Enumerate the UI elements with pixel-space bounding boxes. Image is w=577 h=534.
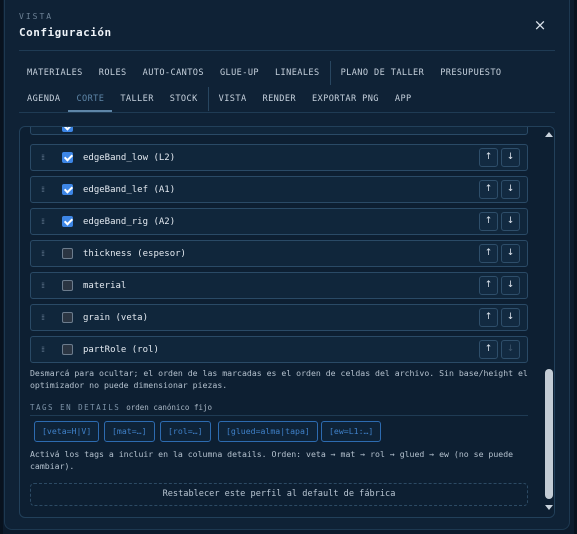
modal-title: Configuración <box>19 26 112 39</box>
move-up-icon[interactable]: ↑ <box>479 276 498 295</box>
header-divider <box>19 50 555 51</box>
move-up-icon[interactable]: ↑ <box>479 244 498 263</box>
drag-handle-icon[interactable]: ⁞⁞ <box>41 186 45 194</box>
tags-hint: Activá los tags a incluir en la columna … <box>30 449 514 471</box>
checkbox[interactable] <box>62 127 73 132</box>
drag-handle-icon[interactable]: ⁞⁞ <box>41 250 45 258</box>
move-up-icon[interactable]: ↑ <box>479 340 498 359</box>
column-checkbox[interactable] <box>62 152 73 163</box>
column-label: thickness (espesor) <box>83 249 186 259</box>
column-label: edgeBand_lef (A1) <box>83 185 176 195</box>
drag-handle-icon[interactable]: ⁞⁞ <box>41 154 45 162</box>
column-checkbox[interactable] <box>62 248 73 259</box>
tab-render[interactable]: RENDER <box>255 86 304 112</box>
tag-chip[interactable]: [veta=H|V] <box>34 421 100 442</box>
move-down-icon[interactable]: ↓ <box>501 244 520 263</box>
move-down-icon[interactable]: ↓ <box>501 276 520 295</box>
column-checkbox[interactable] <box>62 216 73 227</box>
tab-app[interactable]: APP <box>387 86 420 112</box>
column-label: grain (veta) <box>83 313 149 323</box>
tabs-divider <box>19 112 555 113</box>
drag-handle-icon[interactable]: ⁞⁞ <box>41 346 45 354</box>
drag-handle-icon[interactable]: ⁞⁞ <box>41 314 45 322</box>
drag-handle-icon[interactable]: ⁞⁞ <box>41 282 45 290</box>
tab-roles[interactable]: ROLES <box>91 60 135 86</box>
tag-chip[interactable]: [mat=…] <box>104 421 155 442</box>
tags-divider <box>30 415 528 416</box>
column-row[interactable]: ⁞⁞ edgeBand_rig (A2) ↑ ↓ <box>30 208 528 235</box>
column-row[interactable]: ⁞⁞ edgeBand_lef (A1) ↑ ↓ <box>30 176 528 203</box>
modal-eyebrow: VISTA <box>19 12 54 21</box>
tab-materiales[interactable]: MATERIALES <box>19 60 91 86</box>
column-label: edgeBand_rig (A2) <box>83 217 176 227</box>
move-down-icon[interactable]: ↓ <box>501 180 520 199</box>
scrollbar[interactable] <box>542 127 554 517</box>
corte-settings-panel: ⁞⁞ edgeBand_low (L2) ↑ ↓ ⁞⁞ edgeBand_lef (A1)… <box>19 126 555 518</box>
move-down-icon[interactable]: ↓ <box>501 148 520 167</box>
column-label: partRole (rol) <box>83 345 159 355</box>
move-up-icon[interactable]: ↑ <box>479 180 498 199</box>
column-label: edgeBand_low (L2) <box>83 153 176 163</box>
tab-row-secondary: AGENDA CORTE TALLER STOCK VISTA RENDER EXPORTA… <box>19 86 420 112</box>
column-checkbox[interactable] <box>62 312 73 323</box>
column-row[interactable]: ⁞⁞ thickness (espesor) ↑ ↓ <box>30 240 528 267</box>
column-row[interactable]: ⁞⁞ edgeBand_low (L2) ↑ ↓ <box>30 144 528 171</box>
tags-title-text: TAGS EN DETAILS <box>30 403 121 412</box>
column-row[interactable]: ⁞⁞ material ↑ ↓ <box>30 272 528 299</box>
move-down-icon[interactable]: ↓ <box>501 308 520 327</box>
tab-separator <box>207 87 209 111</box>
close-icon[interactable]: × <box>531 16 549 34</box>
reset-profile-button[interactable]: Restablecer este perfil al default de fá… <box>30 483 528 506</box>
tab-lineales[interactable]: LINEALES <box>267 60 328 86</box>
tab-corte[interactable]: CORTE <box>68 86 113 112</box>
scroll-down-arrow-icon[interactable] <box>545 505 553 510</box>
move-up-icon[interactable]: ↑ <box>479 308 498 327</box>
move-up-icon[interactable]: ↑ <box>479 148 498 167</box>
tab-stock[interactable]: STOCK <box>162 86 206 112</box>
move-down-icon[interactable]: ↓ <box>501 340 520 359</box>
column-checkbox[interactable] <box>62 280 73 291</box>
column-row[interactable]: ⁞⁞ partRole (rol) ↑ ↓ <box>30 336 528 363</box>
tab-vista[interactable]: VISTA <box>211 86 255 112</box>
scroll-content: ⁞⁞ edgeBand_low (L2) ↑ ↓ ⁞⁞ edgeBand_lef (A1)… <box>20 127 540 517</box>
tab-presupuesto[interactable]: PRESUPUESTO <box>432 60 509 86</box>
tag-chip[interactable]: [rol=…] <box>160 421 211 442</box>
column-checkbox[interactable] <box>62 184 73 195</box>
tab-agenda[interactable]: AGENDA <box>19 86 68 112</box>
tab-row-primary: MATERIALES ROLES AUTO-CANTOS GLUE-UP LINEALE… <box>19 60 510 86</box>
column-row[interactable]: ⁞⁞ grain (veta) ↑ ↓ <box>30 304 528 331</box>
move-down-icon[interactable]: ↓ <box>501 212 520 231</box>
scrollbar-thumb[interactable] <box>545 369 553 499</box>
columns-hint: Desmarcá para ocultar; el orden de las m… <box>30 368 528 390</box>
tags-subtitle: orden canónico fijo <box>126 403 213 412</box>
tab-exportar-png[interactable]: EXPORTAR PNG <box>304 86 387 112</box>
tab-auto-cantos[interactable]: AUTO-CANTOS <box>135 60 212 86</box>
config-modal: VISTA Configuración × MATERIALES ROLES AUT… <box>4 0 570 530</box>
column-label: material <box>83 281 127 291</box>
move-up-icon[interactable]: ↑ <box>479 212 498 231</box>
tab-separator <box>329 61 331 85</box>
column-checkbox[interactable] <box>62 344 73 355</box>
tab-taller[interactable]: TALLER <box>112 86 161 112</box>
tab-plano-de-taller[interactable]: PLANO DE TALLER <box>333 60 433 86</box>
tab-glue-up[interactable]: GLUE-UP <box>212 60 267 86</box>
tags-section-title: TAGS EN DETAILS orden canónico fijo <box>30 403 212 412</box>
tag-chip[interactable]: [glued=alma|tapa] <box>218 421 318 442</box>
partially-hidden-row <box>30 127 528 135</box>
drag-handle-icon[interactable]: ⁞⁞ <box>41 218 45 226</box>
backdrop-edge-left <box>0 0 3 534</box>
scroll-up-arrow-icon[interactable] <box>545 132 553 137</box>
tag-chip[interactable]: [ew=L1:…] <box>321 421 382 442</box>
